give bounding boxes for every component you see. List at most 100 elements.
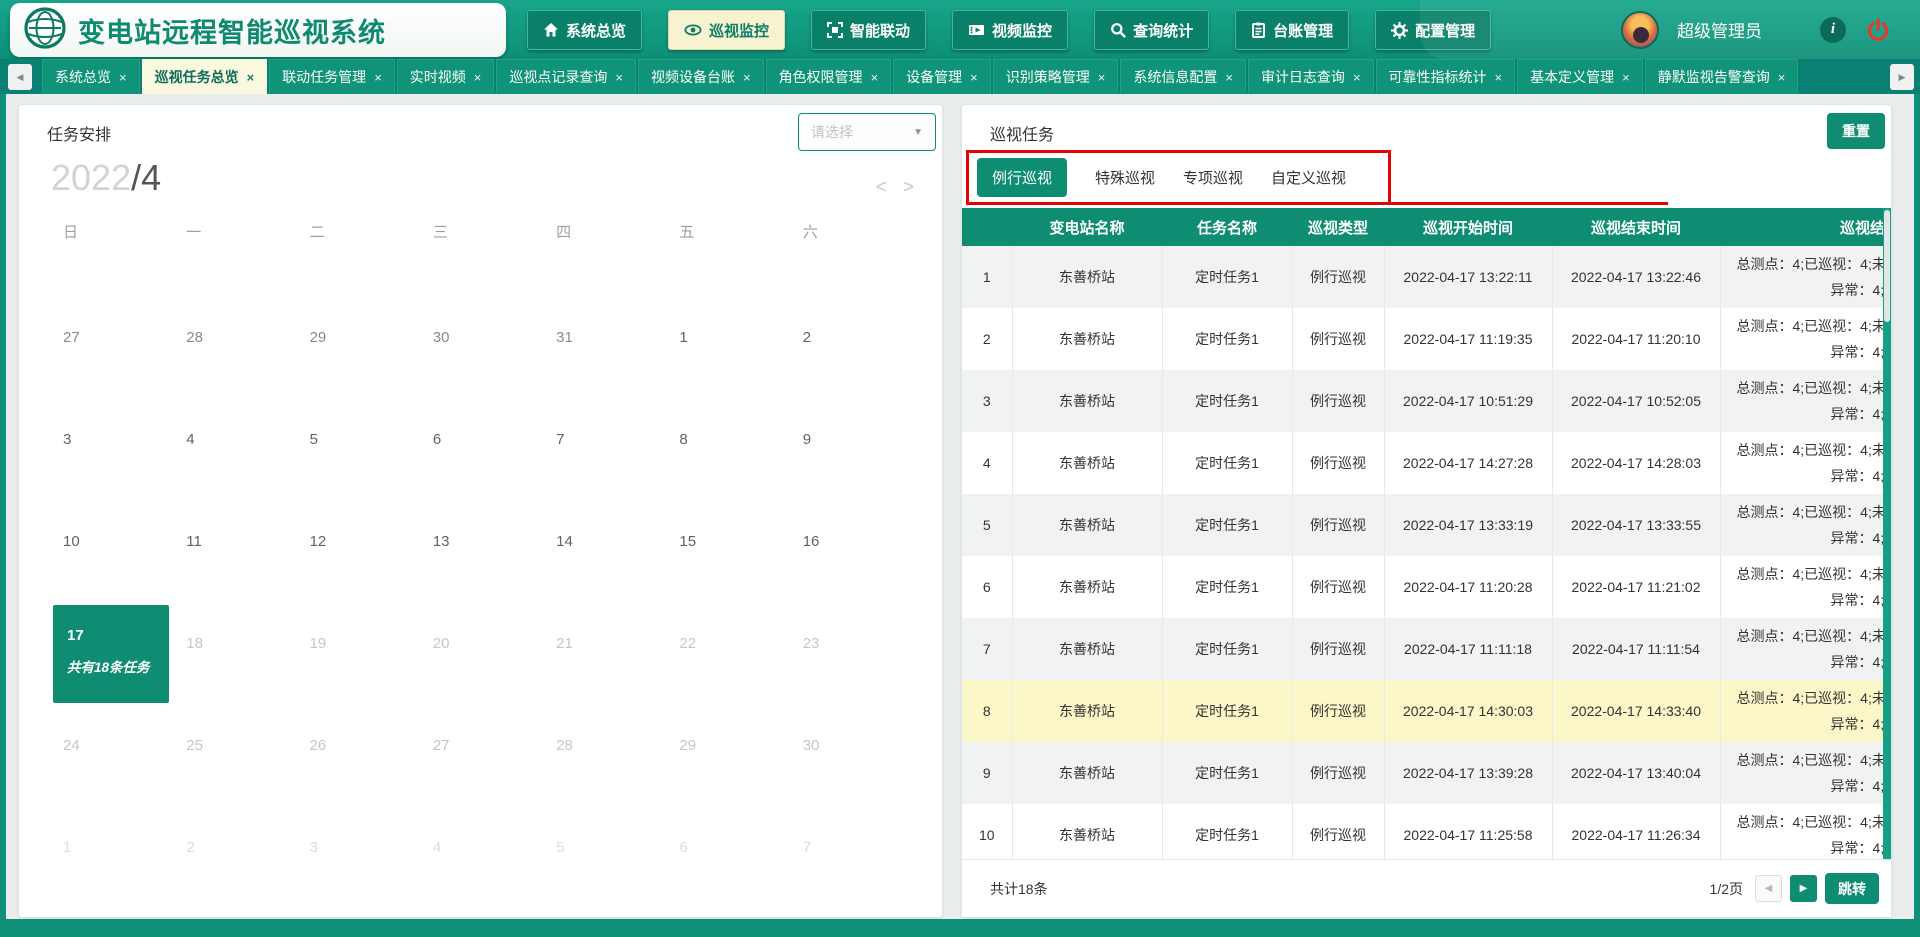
calendar-day[interactable]: 5 xyxy=(296,375,419,477)
close-icon[interactable]: × xyxy=(1778,70,1786,85)
calendar-day[interactable]: 3 xyxy=(49,375,172,477)
subtab-custom[interactable]: 自定义巡视 xyxy=(1271,167,1346,188)
calendar-day[interactable]: 27 xyxy=(419,681,542,783)
tab-point-record-query[interactable]: 巡视点记录查询× xyxy=(496,59,636,94)
calendar-day[interactable]: 4 xyxy=(419,783,542,885)
calendar-day[interactable]: 1 xyxy=(665,273,788,375)
calendar-day[interactable]: 28 xyxy=(542,681,665,783)
table-row[interactable]: 1东善桥站定时任务1例行巡视2022-04-17 13:22:112022-04… xyxy=(962,246,1891,308)
close-icon[interactable]: × xyxy=(374,70,382,85)
jump-button[interactable]: 跳转 xyxy=(1825,873,1879,904)
table-row[interactable]: 4东善桥站定时任务1例行巡视2022-04-17 14:27:282022-04… xyxy=(962,432,1891,494)
next-page-icon[interactable]: ▶ xyxy=(1790,875,1817,902)
calendar-day[interactable]: 27 xyxy=(49,273,172,375)
avatar[interactable] xyxy=(1621,11,1659,49)
tab-video-device-ledger[interactable]: 视频设备台账× xyxy=(638,59,764,94)
subtab-special[interactable]: 特殊巡视 xyxy=(1095,167,1155,188)
close-icon[interactable]: × xyxy=(1495,70,1503,85)
tab-reliability-stats[interactable]: 可靠性指标统计× xyxy=(1376,59,1516,94)
close-icon[interactable]: × xyxy=(871,70,879,85)
calendar-day[interactable]: 14 xyxy=(542,477,665,579)
close-icon[interactable]: × xyxy=(615,70,623,85)
nav-smart-link[interactable]: 智能联动 xyxy=(811,10,926,50)
calendar-day[interactable]: 21 xyxy=(542,579,665,681)
prev-page-icon[interactable]: ◀ xyxy=(1755,875,1782,902)
table-row[interactable]: 3东善桥站定时任务1例行巡视2022-04-17 10:51:292022-04… xyxy=(962,370,1891,432)
tab-realtime-video[interactable]: 实时视频× xyxy=(397,59,495,94)
close-icon[interactable]: × xyxy=(1225,70,1233,85)
table-row-highlighted[interactable]: 8东善桥站定时任务1例行巡视2022-04-17 14:30:032022-04… xyxy=(962,680,1891,742)
subtab-dedicated[interactable]: 专项巡视 xyxy=(1183,167,1243,188)
calendar-day[interactable]: 16 xyxy=(789,477,912,579)
station-select[interactable]: 请选择 ▼ xyxy=(798,113,936,151)
calendar-day[interactable]: 13 xyxy=(419,477,542,579)
calendar-day[interactable]: 29 xyxy=(296,273,419,375)
calendar-day[interactable]: 15 xyxy=(665,477,788,579)
calendar-day[interactable]: 31 xyxy=(542,273,665,375)
table-row[interactable]: 10东善桥站定时任务1例行巡视2022-04-17 11:25:582022-0… xyxy=(962,804,1891,861)
table-row[interactable]: 2东善桥站定时任务1例行巡视2022-04-17 11:19:352022-04… xyxy=(962,308,1891,370)
tab-inspection-task-overview[interactable]: 巡视任务总览× xyxy=(142,59,268,94)
nav-system-overview[interactable]: 系统总览 xyxy=(527,10,642,50)
calendar-day[interactable]: 5 xyxy=(542,783,665,885)
calendar-next-icon[interactable]: > xyxy=(903,177,914,199)
table-row[interactable]: 6东善桥站定时任务1例行巡视2022-04-17 11:20:282022-04… xyxy=(962,556,1891,618)
close-icon[interactable]: × xyxy=(970,70,978,85)
tab-system-overview[interactable]: 系统总览× xyxy=(42,59,140,94)
table-row[interactable]: 5东善桥站定时任务1例行巡视2022-04-17 13:33:192022-04… xyxy=(962,494,1891,556)
close-icon[interactable]: × xyxy=(474,70,482,85)
close-icon[interactable]: × xyxy=(1098,70,1106,85)
nav-inspection-monitor[interactable]: 巡视监控 xyxy=(668,10,785,50)
nav-query-stats[interactable]: 查询统计 xyxy=(1094,10,1209,50)
calendar-day[interactable]: 4 xyxy=(172,375,295,477)
scrollbar-thumb[interactable] xyxy=(1884,210,1890,322)
calendar-day[interactable]: 3 xyxy=(296,783,419,885)
nav-ledger[interactable]: 台账管理 xyxy=(1235,10,1349,50)
tab-audit-log-query[interactable]: 审计日志查询× xyxy=(1248,59,1374,94)
reset-button[interactable]: 重置 xyxy=(1827,113,1885,149)
tabs-scroll-left-icon[interactable]: ◀ xyxy=(8,64,32,90)
calendar-day[interactable]: 18 xyxy=(172,579,295,681)
calendar-day[interactable]: 6 xyxy=(665,783,788,885)
calendar-day[interactable]: 25 xyxy=(172,681,295,783)
calendar-day[interactable]: 7 xyxy=(542,375,665,477)
vertical-scrollbar[interactable] xyxy=(1883,208,1891,861)
close-icon[interactable]: × xyxy=(743,70,751,85)
table-row[interactable]: 9东善桥站定时任务1例行巡视2022-04-17 13:39:282022-04… xyxy=(962,742,1891,804)
calendar-day-selected[interactable]: 17 共有18条任务 xyxy=(49,579,172,681)
calendar-day[interactable]: 28 xyxy=(172,273,295,375)
calendar-day[interactable]: 22 xyxy=(665,579,788,681)
close-icon[interactable]: × xyxy=(1353,70,1361,85)
nav-video-monitor[interactable]: 视频监控 xyxy=(952,10,1068,50)
calendar-day[interactable]: 30 xyxy=(419,273,542,375)
calendar-day[interactable]: 1 xyxy=(49,783,172,885)
tabs-scroll-right-icon[interactable]: ▶ xyxy=(1890,64,1914,90)
info-icon[interactable]: i xyxy=(1820,17,1846,43)
calendar-day[interactable]: 6 xyxy=(419,375,542,477)
calendar-day[interactable]: 10 xyxy=(49,477,172,579)
calendar-day[interactable]: 11 xyxy=(172,477,295,579)
tab-role-permission[interactable]: 角色权限管理× xyxy=(766,59,892,94)
calendar-day[interactable]: 30 xyxy=(789,681,912,783)
calendar-day[interactable]: 9 xyxy=(789,375,912,477)
calendar-day[interactable]: 29 xyxy=(665,681,788,783)
calendar-day[interactable]: 26 xyxy=(296,681,419,783)
tab-recognition-strategy[interactable]: 识别策略管理× xyxy=(993,59,1119,94)
table-row[interactable]: 7东善桥站定时任务1例行巡视2022-04-17 11:11:182022-04… xyxy=(962,618,1891,680)
tab-linkage-task-mgmt[interactable]: 联动任务管理× xyxy=(269,59,395,94)
selected-day-box[interactable]: 17 共有18条任务 xyxy=(53,605,169,703)
tab-system-info-config[interactable]: 系统信息配置× xyxy=(1120,59,1246,94)
close-icon[interactable]: × xyxy=(119,70,127,85)
tab-silent-monitor-alarm[interactable]: 静默监视告警查询× xyxy=(1645,59,1799,94)
tab-device-mgmt[interactable]: 设备管理× xyxy=(893,59,991,94)
calendar-day[interactable]: 2 xyxy=(789,273,912,375)
calendar-day[interactable]: 19 xyxy=(296,579,419,681)
calendar-day[interactable]: 2 xyxy=(172,783,295,885)
power-logout-icon[interactable] xyxy=(1864,16,1892,44)
calendar-day[interactable]: 8 xyxy=(665,375,788,477)
calendar-day[interactable]: 7 xyxy=(789,783,912,885)
close-icon[interactable]: × xyxy=(1622,70,1630,85)
calendar-prev-icon[interactable]: < xyxy=(876,177,887,199)
subtab-routine[interactable]: 例行巡视 xyxy=(977,158,1067,197)
tab-basic-definition[interactable]: 基本定义管理× xyxy=(1517,59,1643,94)
